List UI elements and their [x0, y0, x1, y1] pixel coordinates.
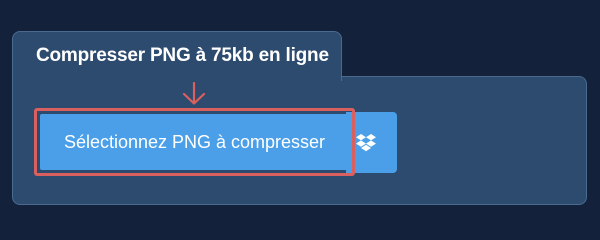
- select-png-button[interactable]: Sélectionnez PNG à compresser: [40, 114, 349, 170]
- card-title: Compresser PNG à 75kb en ligne: [36, 45, 329, 66]
- arrow-down-icon: [182, 82, 206, 105]
- card-tab-join: [13, 74, 341, 80]
- dropbox-icon: [356, 134, 376, 152]
